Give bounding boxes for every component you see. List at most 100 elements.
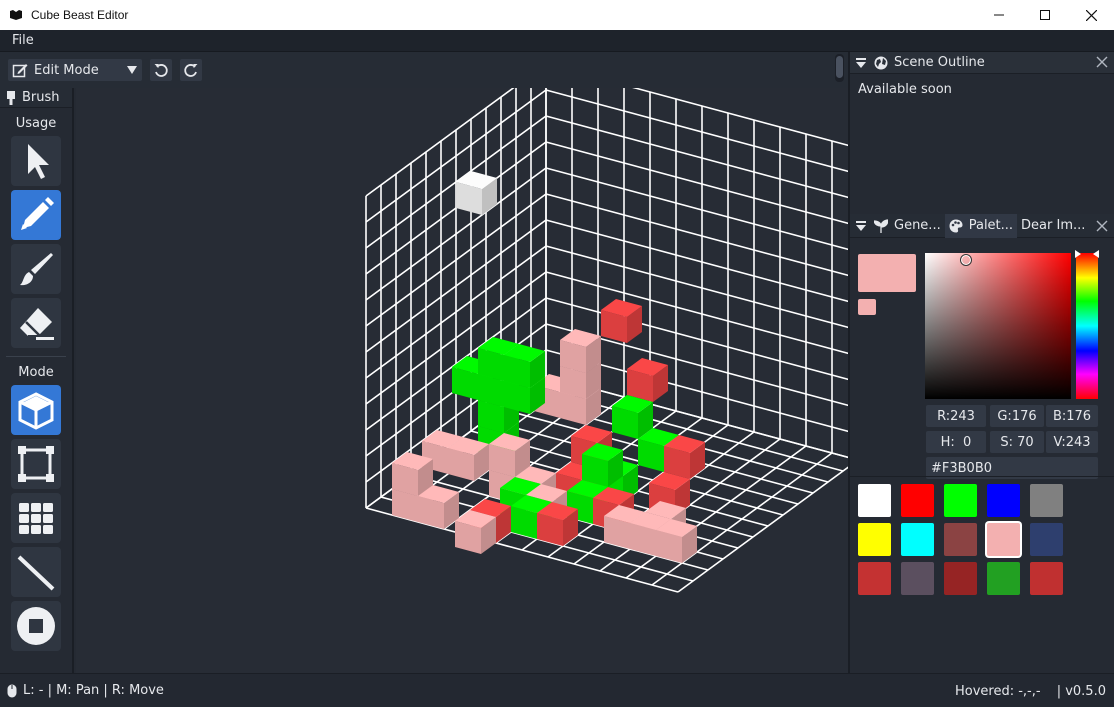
close-window-button[interactable] (1068, 0, 1114, 30)
picker-cursor[interactable] (960, 254, 972, 266)
rect-frame-mode-button[interactable] (11, 439, 61, 489)
title-bar: Cube Beast Editor (0, 0, 1114, 30)
usage-label: Usage (15, 116, 57, 131)
voxel-scene[interactable] (76, 88, 848, 673)
collapse-triangle-icon[interactable] (856, 57, 866, 68)
toolbar: Edit Mode (0, 52, 848, 88)
grid-line (545, 141, 848, 225)
saturation-value-picker[interactable] (925, 253, 1071, 399)
blue-field[interactable]: B:176 (1046, 405, 1098, 427)
window-title: Cube Beast Editor (31, 8, 129, 22)
grid-line (545, 193, 848, 277)
paint-brush-icon (20, 253, 53, 286)
grid-line (545, 167, 848, 251)
select-tool-button[interactable] (11, 136, 61, 186)
close-icon (1085, 9, 1097, 21)
cube-icon (18, 392, 54, 430)
3d-viewport[interactable] (76, 88, 848, 673)
stop-circle-icon (17, 607, 55, 645)
line-icon (17, 555, 55, 591)
hovered-readout: Hovered: -,-,- (954, 684, 1041, 699)
red-field[interactable]: R:243 (926, 405, 986, 427)
circle-mode-button[interactable] (11, 601, 61, 651)
hue-slider[interactable] (1075, 250, 1099, 399)
previous-color-swatch[interactable] (858, 299, 876, 315)
palette-swatch[interactable] (901, 523, 934, 556)
eraser-tool-button[interactable] (11, 298, 61, 348)
close-panel-icon[interactable] (1096, 220, 1108, 232)
scene-outline-title: Scene Outline (894, 55, 985, 70)
palette-swatch[interactable] (1030, 484, 1063, 517)
grid-fill-mode-button[interactable] (11, 493, 61, 543)
redo-button[interactable] (180, 59, 202, 81)
hue-marker-right-icon (1093, 250, 1099, 258)
hue-marker-left-icon (1075, 250, 1081, 258)
paint-brush-tool-button[interactable] (11, 244, 61, 294)
brush-panel: Brush Usage Mode (0, 88, 74, 673)
scene-outline-header: Scene Outline (850, 52, 1114, 74)
right-panels: Scene Outline Available soon Gene... Pal… (848, 52, 1114, 673)
palette-icon (949, 219, 963, 232)
color-panel-tabs: Gene... Palet... Dear Im... (850, 213, 1114, 238)
brush-panel-header: Brush (0, 88, 72, 108)
palette-divider (850, 476, 1114, 477)
palette-swatch[interactable] (858, 523, 891, 556)
maximize-button[interactable] (1022, 0, 1068, 30)
pencil-tool-button[interactable] (11, 190, 61, 240)
scene-outline-message: Available soon (858, 82, 952, 97)
tab-palette-label: Palet... (968, 218, 1014, 233)
tab-dear-imgui[interactable]: Dear Im... (1017, 214, 1089, 238)
palette-swatch[interactable] (901, 562, 934, 595)
value-field[interactable]: V:243 (1046, 431, 1098, 453)
minimize-button[interactable] (976, 0, 1022, 30)
grid-line (545, 245, 848, 329)
tab-palette[interactable]: Palet... (944, 213, 1018, 238)
rect-frame-icon (18, 446, 54, 482)
palette-swatch[interactable] (1030, 523, 1063, 556)
single-cube-mode-button[interactable] (11, 385, 61, 435)
mouse-hint-text: L: - | M: Pan | R: Move (23, 683, 164, 698)
palette-swatch[interactable] (987, 562, 1020, 595)
mode-label: Mode (18, 365, 54, 380)
palette-swatch[interactable] (987, 523, 1020, 556)
edit-icon (12, 64, 28, 78)
chevron-down-icon (127, 66, 137, 74)
palette-swatch[interactable] (858, 562, 891, 595)
close-panel-icon[interactable] (1096, 56, 1108, 68)
pencil-icon (21, 197, 54, 230)
tab-general-label: Gene... (894, 218, 941, 233)
mouse-icon (7, 684, 17, 697)
brush-panel-divider (6, 356, 66, 357)
brush-icon (7, 90, 15, 105)
grid-icon (19, 503, 53, 534)
palette-swatch[interactable] (901, 484, 934, 517)
grid-line (545, 89, 848, 173)
palette-swatch[interactable] (987, 484, 1020, 517)
globe-icon (874, 56, 888, 69)
palette-swatch[interactable] (858, 484, 891, 517)
menu-bar: File (0, 30, 1114, 52)
mode-select[interactable]: Edit Mode (8, 59, 142, 81)
grid-line (632, 88, 848, 147)
collapse-triangle-icon[interactable] (856, 220, 866, 231)
palette-swatch[interactable] (944, 484, 977, 517)
palette-swatch[interactable] (944, 562, 977, 595)
brush-panel-title: Brush (22, 90, 60, 105)
toolbar-scrollbar[interactable] (835, 54, 844, 82)
green-field[interactable]: G:176 (990, 405, 1044, 427)
eraser-icon (20, 308, 54, 340)
grid-line (545, 219, 848, 303)
hue-field[interactable]: H: 0 (926, 431, 986, 453)
saturation-field[interactable]: S: 70 (990, 431, 1044, 453)
current-color-swatch[interactable] (858, 254, 916, 292)
tab-general[interactable]: Gene... (870, 214, 945, 238)
mode-select-label: Edit Mode (34, 62, 99, 78)
menu-file[interactable]: File (0, 33, 46, 48)
palette-swatch[interactable] (1030, 562, 1063, 595)
undo-icon (154, 64, 168, 77)
line-mode-button[interactable] (11, 547, 61, 597)
color-picker: R:243 G:176 B:176 H: 0 S: 70 V:243 #F3B0… (850, 238, 1114, 479)
app-logo-icon (10, 10, 22, 20)
palette-swatch[interactable] (944, 523, 977, 556)
undo-button[interactable] (150, 59, 172, 81)
